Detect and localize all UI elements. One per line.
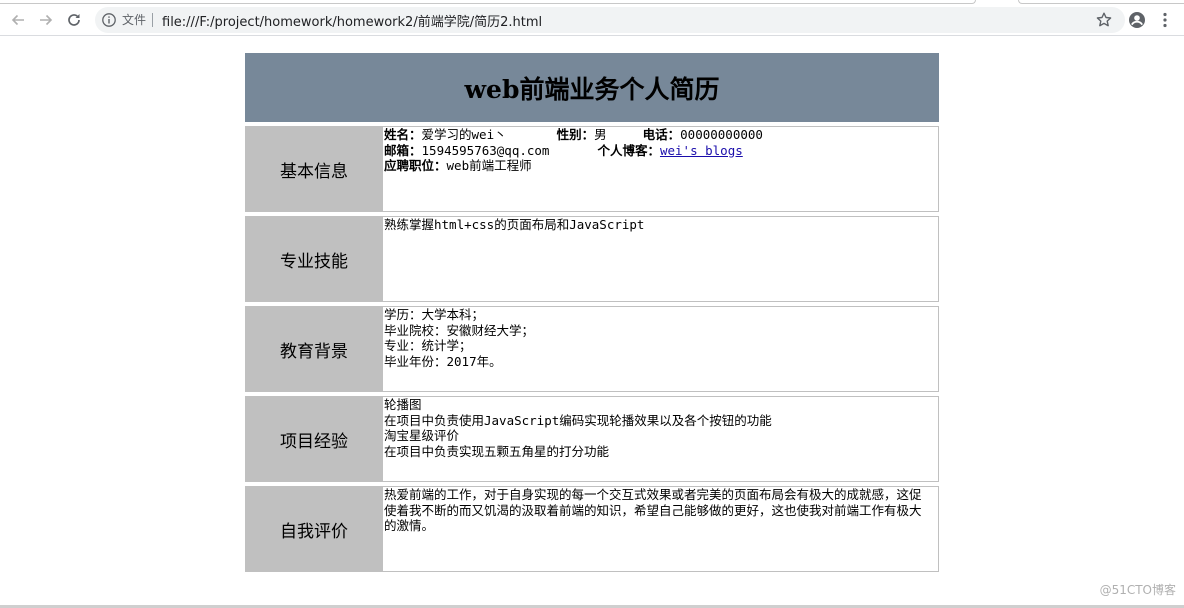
projects-content: 轮播图 在项目中负责使用JavaScript编码实现轮播效果以及各个按钮的功能 … (383, 396, 939, 482)
row-self-evaluation: 自我评价 热爱前端的工作，对于自身实现的每一个交互式效果或者完美的页面布局会有极… (245, 486, 939, 572)
address-separator (152, 13, 153, 27)
projects-label: 项目经验 (245, 396, 383, 482)
security-label: 文件 (122, 13, 147, 27)
skills-content: 熟练掌握html+css的页面布局和JavaScript (383, 216, 939, 302)
resume-table: web前端业务个人简历 基本信息 姓名：爱学习的wei丶 性别：男 电话：00000… (245, 53, 939, 572)
row-basic-info: 基本信息 姓名：爱学习的wei丶 性别：男 电话：00000000000 邮箱：15… (245, 126, 939, 212)
education-line: 毕业院校：安徽财经大学； (384, 322, 535, 338)
skills-label: 专业技能 (245, 216, 383, 302)
education-line: 毕业年份：2017年。 (384, 353, 502, 369)
gender-key: 性别： (556, 127, 595, 142)
name-key: 姓名： (384, 127, 422, 142)
tab-edge-left (0, 0, 976, 4)
skills-line: 熟练掌握html+css的页面布局和JavaScript (384, 217, 645, 232)
education-line: 专业：统计学； (384, 338, 472, 353)
basic-info-line-2: 邮箱：1594595763@qq.com 个人博客：wei's blogs (384, 143, 932, 159)
project-line: 轮播图 (384, 397, 422, 412)
tab-edge-right (1018, 0, 1184, 4)
basic-info-line-3: 应聘职位：web前端工程师 (384, 158, 932, 174)
blog-key: 个人博客： (597, 142, 660, 158)
forward-button[interactable] (34, 8, 58, 32)
row-education: 教育背景 学历：大学本科； 毕业院校：安徽财经大学； 专业：统计学； 毕业年份：… (245, 306, 939, 392)
project-line: 在项目中负责使用JavaScript编码实现轮播效果以及各个按钮的功能 (384, 412, 772, 428)
gender-value: 男 (594, 127, 607, 142)
resume-title: web前端业务个人简历 (245, 53, 939, 122)
phone-value: 00000000000 (680, 127, 763, 142)
reload-icon (68, 14, 80, 26)
self-evaluation-label: 自我评价 (245, 486, 383, 572)
self-evaluation-content: 热爱前端的工作，对于自身实现的每一个交互式效果或者完美的页面布局会有极大的成就感… (383, 486, 939, 572)
info-icon[interactable] (101, 12, 117, 28)
browser-toolbar: 文件 file:///F:/project/homework/homework2… (0, 5, 1184, 36)
education-content: 学历：大学本科； 毕业院校：安徽财经大学； 专业：统计学； 毕业年份：2017年… (383, 306, 939, 392)
email-key: 邮箱： (384, 142, 422, 158)
back-button[interactable] (6, 8, 30, 32)
project-line: 淘宝星级评价 (384, 428, 460, 443)
education-line: 学历：大学本科； (384, 307, 485, 322)
row-projects: 项目经验 轮播图 在项目中负责使用JavaScript编码实现轮播效果以及各个按… (245, 396, 939, 482)
profile-avatar-icon[interactable] (1128, 11, 1146, 29)
name-value: 爱学习的wei丶 (421, 127, 507, 142)
url-text[interactable]: file:///F:/project/homework/homework2/前端… (162, 11, 542, 30)
bookmark-star-icon[interactable] (1095, 11, 1113, 29)
basic-info-label: 基本信息 (245, 126, 383, 212)
basic-info-line-1: 姓名：爱学习的wei丶 性别：男 电话：00000000000 (384, 127, 932, 143)
basic-info-content: 姓名：爱学习的wei丶 性别：男 电话：00000000000 邮箱：1594595… (383, 126, 939, 212)
more-menu-icon[interactable] (1157, 11, 1173, 29)
phone-key: 电话： (642, 127, 681, 142)
watermark: @51CTO博客 (1099, 583, 1176, 597)
reload-button[interactable] (62, 8, 86, 32)
row-skills: 专业技能 熟练掌握html+css的页面布局和JavaScript (245, 216, 939, 302)
position-value: web前端工程师 (446, 158, 532, 173)
position-key: 应聘职位： (384, 158, 447, 173)
address-bar[interactable]: 文件 file:///F:/project/homework/homework2… (95, 7, 1125, 33)
education-label: 教育背景 (245, 306, 383, 392)
forward-arrow-icon (40, 14, 53, 26)
back-arrow-icon (11, 14, 24, 26)
blog-link[interactable]: wei's blogs (660, 143, 743, 158)
email-value: 1594595763@qq.com (421, 142, 550, 158)
project-line: 在项目中负责实现五颗五角星的打分功能 (384, 443, 610, 459)
